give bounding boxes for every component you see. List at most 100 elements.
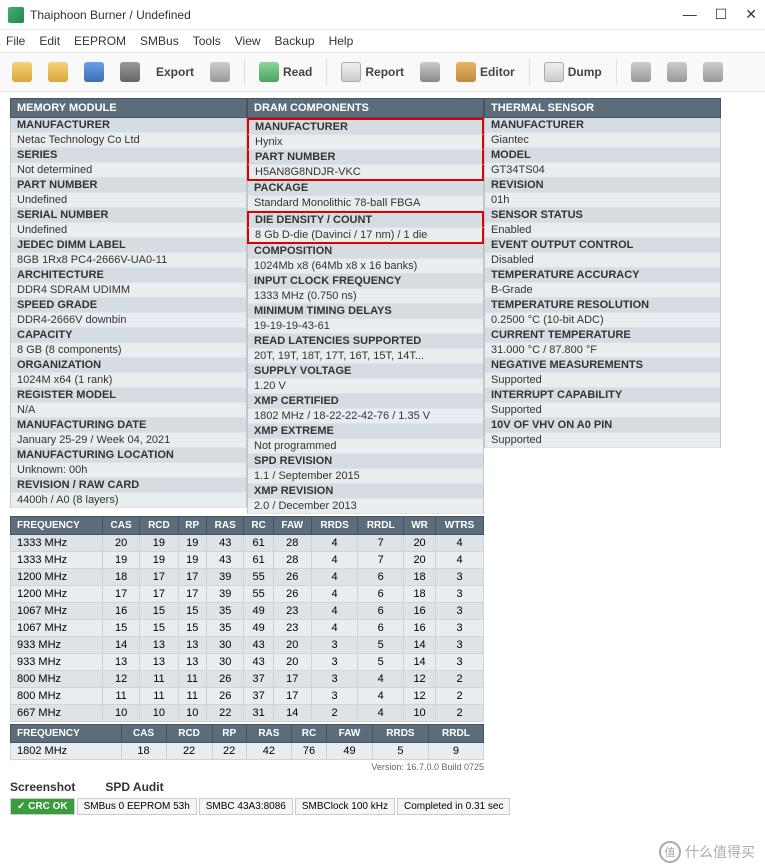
- aux1-button[interactable]: [625, 58, 657, 86]
- field-value: 4400h / A0 (8 layers): [10, 493, 247, 508]
- table-cell: 26: [273, 586, 311, 603]
- table-row[interactable]: 800 MHz11111126371734122: [11, 688, 484, 705]
- field-value: 31.000 °C / 87.800 °F: [484, 343, 721, 358]
- field-label: PART NUMBER: [247, 150, 484, 165]
- table-row[interactable]: 1333 MHz19191943612847204: [11, 552, 484, 569]
- table-cell: 22: [166, 743, 212, 760]
- dump-label: Dump: [568, 65, 602, 79]
- table-cell: 22: [207, 705, 244, 722]
- aux3-button[interactable]: [697, 58, 729, 86]
- export-button[interactable]: Export: [150, 61, 200, 83]
- table-row[interactable]: 933 MHz14131330432035143: [11, 637, 484, 654]
- table-cell: 49: [244, 620, 273, 637]
- read-icon: [259, 62, 279, 82]
- table-row[interactable]: 1333 MHz20191943612847204: [11, 535, 484, 552]
- editor-button[interactable]: Editor: [450, 58, 521, 86]
- menu-help[interactable]: Help: [329, 34, 354, 48]
- xmp-col-rp: RP: [212, 725, 246, 743]
- table-cell: 11: [140, 688, 178, 705]
- xmp-col-frequency: FREQUENCY: [11, 725, 122, 743]
- table-cell: 15: [102, 620, 139, 637]
- field-value: Enabled: [484, 223, 721, 238]
- menu-edit[interactable]: Edit: [39, 34, 60, 48]
- folder-button[interactable]: [42, 58, 74, 86]
- field-label: XMP REVISION: [247, 484, 484, 499]
- open-button[interactable]: [6, 58, 38, 86]
- table-cell: 42: [246, 743, 291, 760]
- tools-icon: [420, 62, 440, 82]
- table-cell: 4: [311, 620, 357, 637]
- dump-button[interactable]: Dump: [538, 58, 608, 86]
- table-cell: 5: [358, 654, 404, 671]
- frequency-table: FREQUENCYCASRCDRPRASRCFAWRRDSRRDLWRWTRS …: [10, 516, 484, 722]
- read-button[interactable]: Read: [253, 58, 318, 86]
- table-cell: 35: [207, 603, 244, 620]
- field-label: INPUT CLOCK FREQUENCY: [247, 274, 484, 289]
- table-cell: 3: [436, 603, 484, 620]
- table-cell: 13: [178, 654, 207, 671]
- table-cell: 43: [244, 637, 273, 654]
- report-button[interactable]: Report: [335, 58, 410, 86]
- table-cell: 20: [404, 552, 436, 569]
- menu-file[interactable]: File: [6, 34, 25, 48]
- field-value: Netac Technology Co Ltd: [10, 133, 247, 148]
- table-row[interactable]: 1200 MHz18171739552646183: [11, 569, 484, 586]
- table-cell: 55: [244, 569, 273, 586]
- print-button[interactable]: [114, 58, 146, 86]
- link-screenshot[interactable]: Screenshot: [10, 780, 75, 794]
- field-label: CURRENT TEMPERATURE: [484, 328, 721, 343]
- minimize-button[interactable]: —: [683, 6, 697, 23]
- aux3-icon: [703, 62, 723, 82]
- tools-button[interactable]: [414, 58, 446, 86]
- field-value: B-Grade: [484, 283, 721, 298]
- field-value: Undefined: [10, 193, 247, 208]
- table-cell: 4: [358, 705, 404, 722]
- freq-col-ras: RAS: [207, 517, 244, 535]
- table-cell: 11: [102, 688, 139, 705]
- table-cell: 15: [178, 603, 207, 620]
- field-value: 1024M x64 (1 rank): [10, 373, 247, 388]
- freq-col-rrds: RRDS: [311, 517, 357, 535]
- aux2-button[interactable]: [661, 58, 693, 86]
- maximize-button[interactable]: ☐: [715, 6, 728, 23]
- table-cell: 20: [404, 535, 436, 552]
- xmp-col-rcd: RCD: [166, 725, 212, 743]
- table-cell: 11: [178, 688, 207, 705]
- field-label: MANUFACTURER: [484, 118, 721, 133]
- table-row[interactable]: 933 MHz13131330432035143: [11, 654, 484, 671]
- lock-button[interactable]: [204, 58, 236, 86]
- thermal-sensor-header: THERMAL SENSOR: [484, 98, 721, 118]
- table-row[interactable]: 1200 MHz17171739552646183: [11, 586, 484, 603]
- table-cell: 1333 MHz: [11, 552, 103, 569]
- field-label: COMPOSITION: [247, 244, 484, 259]
- menu-tools[interactable]: Tools: [193, 34, 221, 48]
- link-spd-audit[interactable]: SPD Audit: [105, 780, 163, 794]
- freq-col-wr: WR: [404, 517, 436, 535]
- field-label: XMP CERTIFIED: [247, 394, 484, 409]
- table-cell: 4: [311, 535, 357, 552]
- field-value: GT34TS04: [484, 163, 721, 178]
- table-cell: 16: [404, 603, 436, 620]
- field-value: 8GB 1Rx8 PC4-2666V-UA0-11: [10, 253, 247, 268]
- table-cell: 800 MHz: [11, 688, 103, 705]
- menu-eeprom[interactable]: EEPROM: [74, 34, 126, 48]
- close-button[interactable]: ✕: [745, 6, 757, 23]
- save-button[interactable]: [78, 58, 110, 86]
- table-row[interactable]: 1802 MHz18222242764959: [11, 743, 484, 760]
- menu-view[interactable]: View: [235, 34, 261, 48]
- menu-smbus[interactable]: SMBus: [140, 34, 179, 48]
- field-value: 1.1 / September 2015: [247, 469, 484, 484]
- table-cell: 30: [207, 637, 244, 654]
- field-value: Standard Monolithic 78-ball FBGA: [247, 196, 484, 211]
- table-row[interactable]: 1067 MHz15151535492346163: [11, 620, 484, 637]
- table-cell: 14: [404, 637, 436, 654]
- table-row[interactable]: 800 MHz12111126371734122: [11, 671, 484, 688]
- status-segment: SMBC 43A3:8086: [199, 798, 293, 815]
- table-row[interactable]: 1067 MHz16151535492346163: [11, 603, 484, 620]
- table-row[interactable]: 667 MHz10101022311424102: [11, 705, 484, 722]
- field-value: N/A: [10, 403, 247, 418]
- table-cell: 4: [311, 569, 357, 586]
- field-label: REGISTER MODEL: [10, 388, 247, 403]
- table-cell: 39: [207, 586, 244, 603]
- menu-backup[interactable]: Backup: [275, 34, 315, 48]
